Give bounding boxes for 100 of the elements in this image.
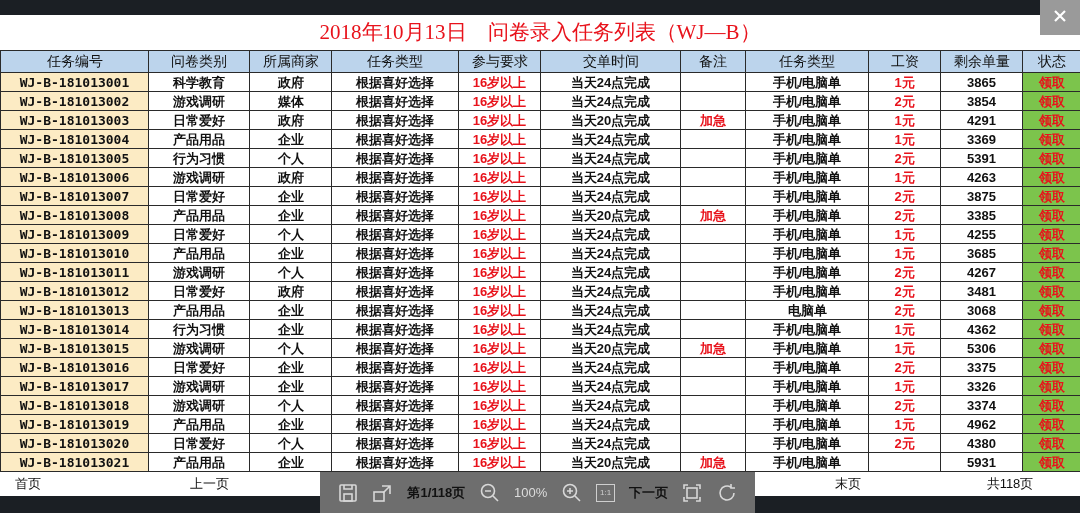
table-cell: WJ-B-181013016 xyxy=(1,358,149,377)
table-cell: 企业 xyxy=(250,301,332,320)
save-icon[interactable] xyxy=(336,481,359,504)
table-cell: 2元 xyxy=(869,434,941,453)
table-cell: 4962 xyxy=(941,415,1023,434)
table-cell: WJ-B-181013015 xyxy=(1,339,149,358)
claim-button[interactable]: 领取 xyxy=(1023,130,1080,148)
claim-button[interactable]: 领取 xyxy=(1023,263,1080,281)
table-cell: 2元 xyxy=(869,263,941,282)
table-cell: 根据喜好选择 xyxy=(332,358,459,377)
table-cell: 3481 xyxy=(941,282,1023,301)
next-page-link[interactable]: 下一页 xyxy=(628,482,668,503)
claim-button[interactable]: 领取 xyxy=(1023,320,1080,338)
table-cell: 加急 xyxy=(681,206,746,225)
table-cell: 1元 xyxy=(869,73,941,92)
table-cell: 产品用品 xyxy=(149,244,250,263)
zoom-in-icon[interactable] xyxy=(560,481,583,504)
table-cell: 根据喜好选择 xyxy=(332,377,459,396)
claim-button[interactable]: 领取 xyxy=(1023,301,1080,319)
table-cell: 手机/电脑单 xyxy=(746,358,869,377)
column-header: 剩余单量 xyxy=(941,51,1023,73)
table-cell: 当天24点完成 xyxy=(541,130,681,149)
claim-button[interactable]: 领取 xyxy=(1023,149,1080,167)
table-cell: 3068 xyxy=(941,301,1023,320)
table-cell: 企业 xyxy=(250,244,332,263)
table-cell: 当天24点完成 xyxy=(541,187,681,206)
table-cell: 个人 xyxy=(250,434,332,453)
table-cell: WJ-B-181013009 xyxy=(1,225,149,244)
table-cell: 企业 xyxy=(250,206,332,225)
claim-button[interactable]: 领取 xyxy=(1023,225,1080,243)
table-cell: 政府 xyxy=(250,111,332,130)
claim-button[interactable]: 领取 xyxy=(1023,206,1080,224)
claim-button[interactable]: 领取 xyxy=(1023,434,1080,452)
table-cell: 16岁以上 xyxy=(459,434,541,453)
claim-button[interactable]: 领取 xyxy=(1023,282,1080,300)
claim-button[interactable]: 领取 xyxy=(1023,73,1080,91)
table-cell: 政府 xyxy=(250,73,332,92)
zoom-out-icon[interactable] xyxy=(478,481,501,504)
table-cell: 个人 xyxy=(250,263,332,282)
table-cell: 5306 xyxy=(941,339,1023,358)
column-header: 任务编号 xyxy=(1,51,149,73)
table-cell: 当天24点完成 xyxy=(541,301,681,320)
table-cell: 5931 xyxy=(941,453,1023,472)
claim-button[interactable]: 领取 xyxy=(1023,453,1080,471)
table-cell: 16岁以上 xyxy=(459,339,541,358)
table-cell: 2元 xyxy=(869,149,941,168)
table-cell: 产品用品 xyxy=(149,301,250,320)
table-cell: 根据喜好选择 xyxy=(332,415,459,434)
table-cell: 4263 xyxy=(941,168,1023,187)
table-cell: 当天24点完成 xyxy=(541,92,681,111)
table-cell: 16岁以上 xyxy=(459,92,541,111)
table-cell: 手机/电脑单 xyxy=(746,396,869,415)
table-cell: WJ-B-181013010 xyxy=(1,244,149,263)
close-button[interactable] xyxy=(1040,0,1080,35)
table-cell: 根据喜好选择 xyxy=(332,244,459,263)
table-cell: 个人 xyxy=(250,396,332,415)
actual-size-button[interactable]: 1:1 xyxy=(596,483,616,502)
table-cell: 3385 xyxy=(941,206,1023,225)
table-cell: 16岁以上 xyxy=(459,73,541,92)
table-cell: 当天24点完成 xyxy=(541,149,681,168)
last-page-link[interactable]: 末页 xyxy=(834,474,861,494)
claim-button[interactable]: 领取 xyxy=(1023,415,1080,433)
zoom-level: 100% xyxy=(514,483,548,502)
table-cell: 产品用品 xyxy=(149,206,250,225)
claim-button[interactable]: 领取 xyxy=(1023,92,1080,110)
table-cell: 政府 xyxy=(250,282,332,301)
table-cell: 当天24点完成 xyxy=(541,320,681,339)
table-cell: 手机/电脑单 xyxy=(746,73,869,92)
table-cell: WJ-B-181013003 xyxy=(1,111,149,130)
table-cell: 2元 xyxy=(869,301,941,320)
table-cell: WJ-B-181013004 xyxy=(1,130,149,149)
table-cell: 行为习惯 xyxy=(149,320,250,339)
table-cell: WJ-B-181013007 xyxy=(1,187,149,206)
claim-button[interactable]: 领取 xyxy=(1023,377,1080,395)
page-indicator: 第1/118页 xyxy=(407,483,466,502)
table-cell: 当天24点完成 xyxy=(541,434,681,453)
claim-button[interactable]: 领取 xyxy=(1023,187,1080,205)
table-cell: 产品用品 xyxy=(149,130,250,149)
table-cell: 1元 xyxy=(869,130,941,149)
table-cell: WJ-B-181013006 xyxy=(1,168,149,187)
table-cell: 企业 xyxy=(250,453,332,472)
table-cell: 产品用品 xyxy=(149,453,250,472)
table-cell: 日常爱好 xyxy=(149,282,250,301)
table-cell: 3685 xyxy=(941,244,1023,263)
table-cell: 16岁以上 xyxy=(459,225,541,244)
claim-button[interactable]: 领取 xyxy=(1023,339,1080,357)
claim-button[interactable]: 领取 xyxy=(1023,244,1080,262)
column-header: 状态 xyxy=(1023,51,1080,73)
fit-window-icon[interactable] xyxy=(680,481,703,504)
claim-button[interactable]: 领取 xyxy=(1023,111,1080,129)
claim-button[interactable]: 领取 xyxy=(1023,168,1080,186)
table-cell: 3326 xyxy=(941,377,1023,396)
first-page-link[interactable]: 首页 xyxy=(15,474,41,494)
claim-button[interactable]: 领取 xyxy=(1023,358,1080,376)
table-cell: 当天20点完成 xyxy=(541,111,681,130)
claim-button[interactable]: 领取 xyxy=(1023,396,1080,414)
table-cell: 当天20点完成 xyxy=(541,453,681,472)
table-cell: 3375 xyxy=(941,358,1023,377)
table-cell: 16岁以上 xyxy=(459,320,541,339)
table-cell: 3865 xyxy=(941,73,1023,92)
